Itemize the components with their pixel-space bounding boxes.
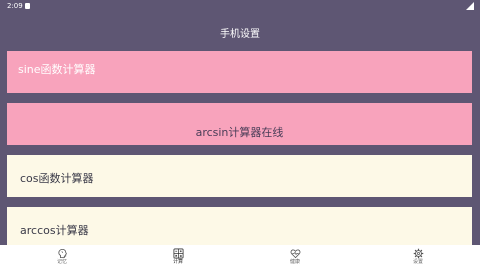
card-label: arcsin计算器在线 [195,126,284,139]
nav-label: 记忆 [56,259,67,265]
page-title: 手机设置 [220,29,260,40]
nav-label: 设置 [412,259,423,265]
nav-item-settings[interactable]: 设置 [398,248,438,266]
status-bar: 2:09 [0,0,480,13]
nav-item-memory[interactable]: 记忆 [42,248,82,266]
status-time: 2:09 [7,2,23,10]
sine-calculator-card[interactable]: sine函数计算器 [7,51,472,93]
bottom-nav: 记忆 计算 健康 设置 [0,245,480,270]
notification-icon [25,3,30,9]
card-label: arccos计算器 [20,224,89,237]
brain-icon [57,248,67,259]
cos-calculator-card[interactable]: cos函数计算器 [7,155,472,197]
nav-item-calculator[interactable]: 计算 [158,248,198,266]
heart-pulse-icon [290,249,300,259]
arccos-calculator-card[interactable]: arccos计算器 [7,207,472,249]
nav-item-health[interactable]: 健康 [275,248,315,266]
signal-icon [466,2,474,10]
calculator-icon [173,248,183,259]
gear-icon [413,248,423,259]
card-label: cos函数计算器 [20,172,94,185]
nav-label: 计算 [172,259,183,265]
nav-label: 健康 [289,259,300,265]
arcsin-calculator-card[interactable]: arcsin计算器在线 [7,103,472,145]
card-label: sine函数计算器 [18,63,96,76]
